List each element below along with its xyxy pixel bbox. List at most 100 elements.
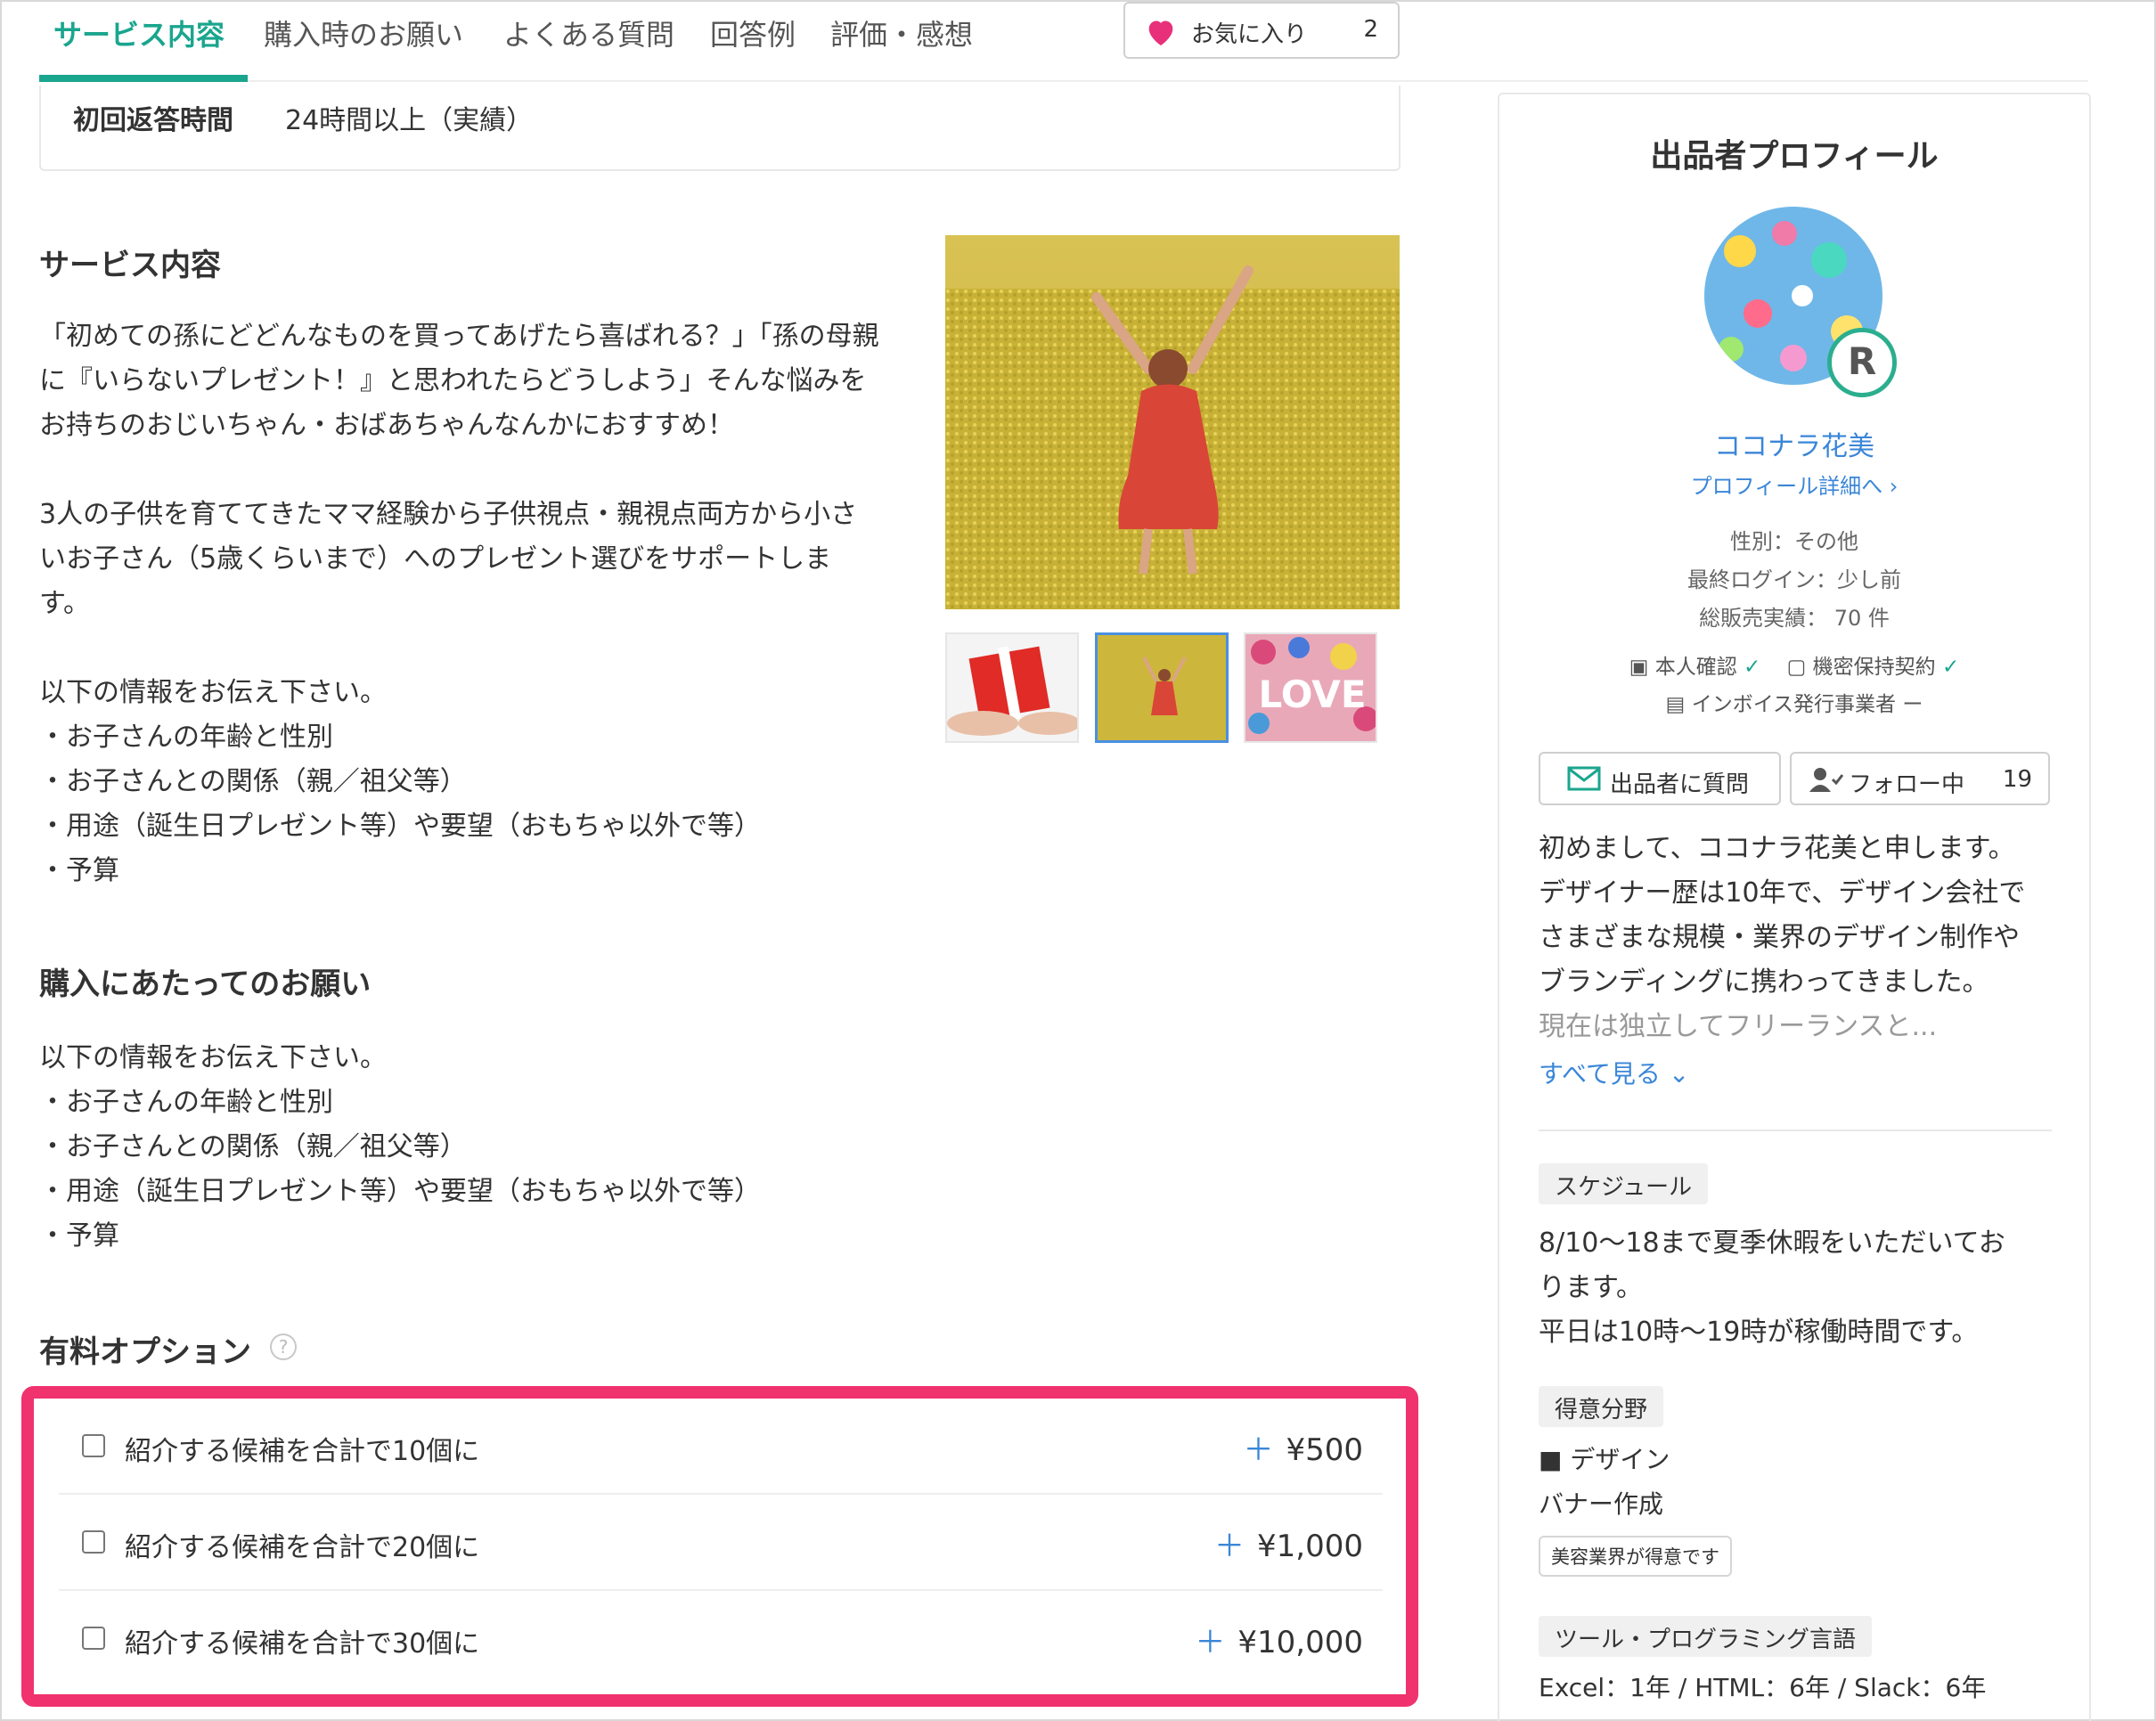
profile-detail-label: プロフィール詳細へ bbox=[1690, 474, 1883, 499]
schedule-tag: スケジュール bbox=[1539, 1163, 1709, 1204]
option-row[interactable]: 紹介する候補を合計で20個に ＋ ¥1,000 bbox=[59, 1495, 1383, 1591]
seller-bio: 初めまして、ココナラ花美と申します。 デザイナー歴は10年で、デザイン会社で さ… bbox=[1539, 827, 2025, 1049]
tools-text: Excel：1年 / HTML：6年 / Slack：6年 bbox=[1539, 1673, 1987, 1702]
option-label: 紹介する候補を合計で20個に bbox=[125, 1532, 480, 1563]
document-icon: ▤ bbox=[1665, 693, 1686, 716]
follow-button[interactable]: フォロー中 19 bbox=[1790, 752, 2050, 805]
option-row[interactable]: 紹介する候補を合計で30個に ＋ ¥10,000 bbox=[59, 1591, 1383, 1687]
thumbnail-gift[interactable] bbox=[945, 632, 1079, 743]
favorite-count: 2 bbox=[1363, 16, 1378, 43]
user-follow-icon bbox=[1809, 768, 1843, 792]
option-label: 紹介する候補を合計で10個に bbox=[125, 1436, 480, 1467]
heart-icon bbox=[1148, 20, 1173, 45]
favorite-label: お気に入り bbox=[1191, 21, 1308, 48]
tools-tag: ツール・プログラミング言語 bbox=[1539, 1616, 1873, 1657]
chevron-down-icon: ⌄ bbox=[1668, 1059, 1690, 1089]
text-line: さまざまな規模・業界のデザイン制作や bbox=[1539, 922, 2020, 953]
text-line: ・用途（誕生日プレゼント等）や要望（おもちゃ以外で等） bbox=[39, 1176, 761, 1207]
reply-time-box: 初回返答時間 24時間以上（実績） bbox=[39, 86, 1401, 171]
see-all-link[interactable]: すべて見る ⌄ bbox=[1539, 1055, 1689, 1090]
tab-answer-example[interactable]: 回答例 bbox=[710, 12, 796, 53]
woman-in-field-image bbox=[1098, 635, 1226, 740]
plus-icon: ＋ bbox=[1214, 1529, 1245, 1564]
mail-icon bbox=[1567, 766, 1601, 791]
tab-divider bbox=[39, 80, 2088, 82]
text-line: に『いらないプレゼント！』と思われたらどうしよう」そんな悩みを bbox=[39, 365, 867, 396]
text-line: 3人の子供を育ててきたママ経験から子供視点・親視点両方から小さ bbox=[39, 499, 858, 530]
seller-profile-sidebar: 出品者プロフィール R ココナラ花美 プロフィール詳細へ › 性別：その他 最終… bbox=[1498, 93, 2091, 1721]
option-price: ＋ ¥10,000 bbox=[1195, 1618, 1363, 1661]
text-line: 平日は10時〜19時が稼働時間です。 bbox=[1539, 1317, 1979, 1348]
text-line: デザイナー歴は10年で、デザイン会社で bbox=[1539, 877, 2026, 909]
follow-count: 19 bbox=[2002, 766, 2032, 793]
skill-chip: 美容業界が得意です bbox=[1539, 1536, 1732, 1577]
id-card-icon: ▣ bbox=[1629, 656, 1649, 679]
text-line: いお子さん（5歳くらいまで）へのプレゼント選びをサポートしま bbox=[39, 543, 832, 575]
main-service-photo[interactable] bbox=[945, 235, 1400, 609]
option-checkbox[interactable] bbox=[82, 1627, 105, 1650]
request-description: 以下の情報をお伝え下さい。 ・お子さんの年齢と性別 ・お子さんとの関係（親／祖父… bbox=[39, 1036, 761, 1259]
plus-icon: ＋ bbox=[1243, 1432, 1274, 1468]
woman-in-field-image bbox=[945, 235, 1400, 609]
option-checkbox[interactable] bbox=[82, 1434, 105, 1457]
service-description: 「初めての孫にどどんなものを買ってあげたら喜ばれる？」「孫の母親 に『いらないプ… bbox=[39, 314, 879, 893]
request-heading: 購入にあたってのお願い bbox=[39, 967, 372, 1002]
text-line: お持ちのおじいちゃん・おばあちゃんなんかにおすすめ！ bbox=[39, 410, 734, 441]
option-price: ＋ ¥500 bbox=[1243, 1425, 1363, 1469]
text-line: ・お子さんの年齢と性別 bbox=[39, 722, 333, 753]
text-line: ・用途（誕生日プレゼント等）や要望（おもちゃ以外で等） bbox=[39, 811, 761, 842]
verification-badges: ▣ 本人確認 ✓ ▢ 機密保持契約 ✓ bbox=[1499, 649, 2089, 680]
lock-icon: ▢ bbox=[1786, 656, 1807, 679]
chevron-right-icon: › bbox=[1889, 474, 1899, 499]
tab-reviews[interactable]: 評価・感想 bbox=[830, 12, 973, 53]
option-checkbox[interactable] bbox=[82, 1530, 105, 1554]
active-tab-indicator bbox=[39, 75, 248, 82]
thumbnail-field[interactable] bbox=[1095, 632, 1229, 743]
favorite-button[interactable]: お気に入り 2 bbox=[1123, 2, 1400, 59]
skill-category-label: デザイン bbox=[1570, 1445, 1670, 1474]
seller-name[interactable]: ココナラ花美 bbox=[1499, 424, 2089, 463]
seller-sales: 総販売実績： 70 件 bbox=[1699, 606, 1890, 631]
text-line: 以下の情報をお伝え下さい。 bbox=[39, 677, 387, 708]
gift-box-image bbox=[947, 634, 1077, 741]
check-icon: ✓ bbox=[1941, 656, 1960, 679]
love-text: LOVE bbox=[1258, 673, 1366, 716]
option-row[interactable]: 紹介する候補を合計で10個に ＋ ¥500 bbox=[59, 1399, 1383, 1495]
see-all-label: すべて見る bbox=[1539, 1059, 1661, 1089]
ask-seller-button[interactable]: 出品者に質問 bbox=[1539, 752, 1781, 805]
option-label: 紹介する候補を合計で30個に bbox=[125, 1628, 480, 1660]
rank-badge: R bbox=[1827, 328, 1897, 397]
text-line: 「初めての孫にどどんなものを買ってあげたら喜ばれる？」「孫の母親 bbox=[39, 321, 879, 352]
text-line bbox=[39, 448, 879, 493]
profile-title: 出品者プロフィール bbox=[1650, 138, 1939, 175]
reply-time-label: 初回返答時間 bbox=[73, 105, 233, 136]
text-line: ・予算 bbox=[39, 855, 119, 886]
text-line: ・お子さんとの関係（親／祖父等） bbox=[39, 766, 467, 797]
option-price-value: ¥1,000 bbox=[1257, 1529, 1363, 1564]
text-line bbox=[39, 626, 879, 671]
skill-category: ■ デザイン bbox=[1539, 1438, 1670, 1482]
option-price-value: ¥500 bbox=[1286, 1432, 1363, 1468]
love-letters-image: LOVE bbox=[1245, 634, 1376, 741]
text-line: 初めまして、ココナラ花美と申します。 bbox=[1539, 833, 2015, 864]
tab-service[interactable]: サービス内容 bbox=[53, 12, 225, 53]
text-line: 8/10〜18まで夏季休暇をいただいてお bbox=[1539, 1228, 2005, 1259]
check-icon: ✓ bbox=[1744, 656, 1761, 679]
profile-detail-link[interactable]: プロフィール詳細へ › bbox=[1499, 469, 2089, 500]
invoice-label: インボイス発行事業者 bbox=[1691, 693, 1897, 716]
plus-icon: ＋ bbox=[1195, 1625, 1226, 1660]
text-line: す。 bbox=[39, 588, 90, 619]
invoice-badge: ▤ インボイス発行事業者 ー bbox=[1499, 687, 2089, 717]
divider bbox=[1539, 1130, 2052, 1131]
reply-time-value: 24時間以上（実績） bbox=[285, 105, 534, 136]
question-circle-icon[interactable]: ? bbox=[270, 1334, 297, 1360]
thumbnail-love[interactable]: LOVE bbox=[1244, 632, 1377, 743]
text-line-faded: 現在は独立してフリーランスと... bbox=[1539, 1011, 1938, 1042]
options-heading: 有料オプション bbox=[39, 1334, 251, 1370]
seller-gender: 性別：その他 bbox=[1730, 529, 1858, 554]
text-line: ・お子さんとの関係（親／祖父等） bbox=[39, 1131, 467, 1162]
tab-purchase-request[interactable]: 購入時のお願い bbox=[264, 12, 463, 53]
schedule-text: 8/10〜18まで夏季休暇をいただいてお ります。 平日は10時〜19時が稼働時… bbox=[1539, 1221, 2005, 1355]
identity-verified-label: 本人確認 bbox=[1654, 656, 1737, 679]
tab-faq[interactable]: よくある質問 bbox=[503, 12, 674, 53]
